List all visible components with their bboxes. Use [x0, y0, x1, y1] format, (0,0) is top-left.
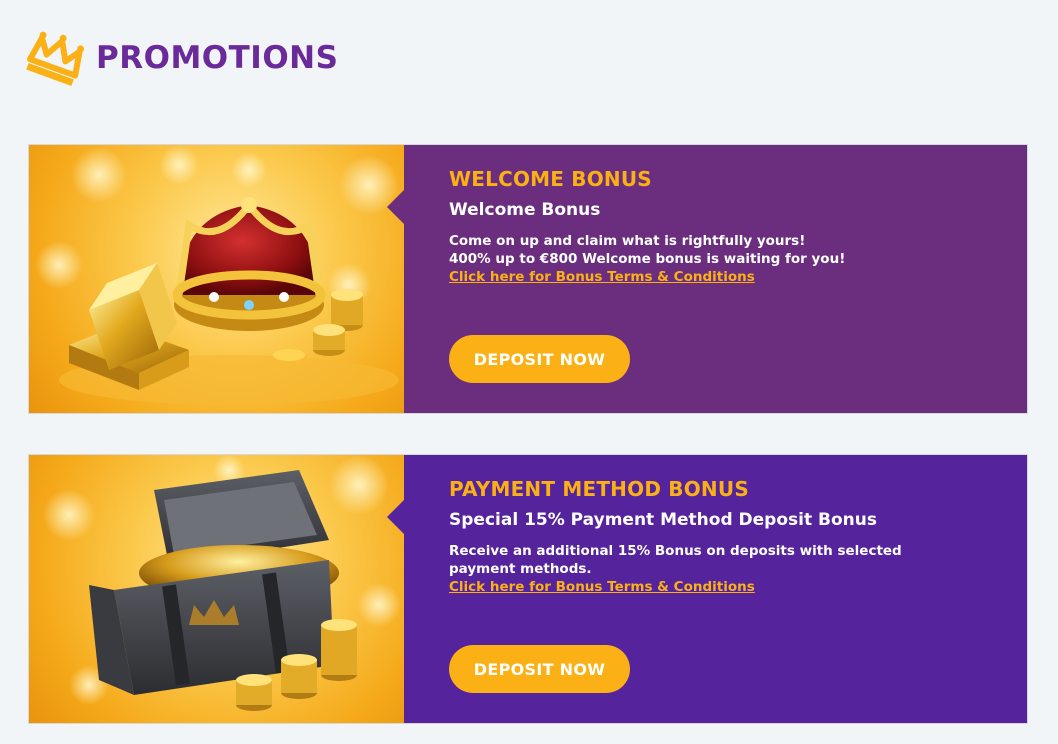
deposit-now-button[interactable]: DEPOSIT NOW [449, 645, 630, 693]
crown-gold-bars-image [29, 145, 404, 413]
page-header: PROMOTIONS [24, 28, 338, 88]
promo-heading: PAYMENT METHOD BONUS [449, 477, 749, 501]
bonus-terms-link[interactable]: Click here for Bonus Terms & Conditions [449, 578, 909, 596]
promo-content-welcome: WELCOME BONUS Welcome Bonus Come on up a… [387, 145, 1027, 413]
treasure-chest-image [29, 455, 404, 723]
promo-card-payment-method: PAYMENT METHOD BONUS Special 15% Payment… [28, 454, 1028, 724]
promo-desc-line: Come on up and claim what is rightfully … [449, 233, 806, 249]
page-title: PROMOTIONS [96, 40, 339, 76]
pointer-arrow [387, 499, 405, 535]
promo-description: Come on up and claim what is rightfully … [449, 232, 909, 286]
promo-subtitle: Special 15% Payment Method Deposit Bonus [449, 510, 877, 530]
promo-content-payment-method: PAYMENT METHOD BONUS Special 15% Payment… [387, 455, 1027, 723]
promo-subtitle: Welcome Bonus [449, 200, 601, 220]
promo-desc-line: payment methods. [449, 561, 592, 577]
promo-desc-line: Receive an additional 15% Bonus on depos… [449, 543, 902, 559]
promo-desc-line: 400% up to €800 Welcome bonus is waiting… [449, 251, 846, 267]
promo-card-welcome: WELCOME BONUS Welcome Bonus Come on up a… [28, 144, 1028, 414]
promo-heading: WELCOME BONUS [449, 167, 652, 191]
crown-icon [26, 31, 85, 86]
pointer-arrow [387, 189, 405, 225]
bonus-terms-link[interactable]: Click here for Bonus Terms & Conditions [449, 268, 909, 286]
promo-description: Receive an additional 15% Bonus on depos… [449, 542, 909, 596]
deposit-now-button[interactable]: DEPOSIT NOW [449, 335, 630, 383]
